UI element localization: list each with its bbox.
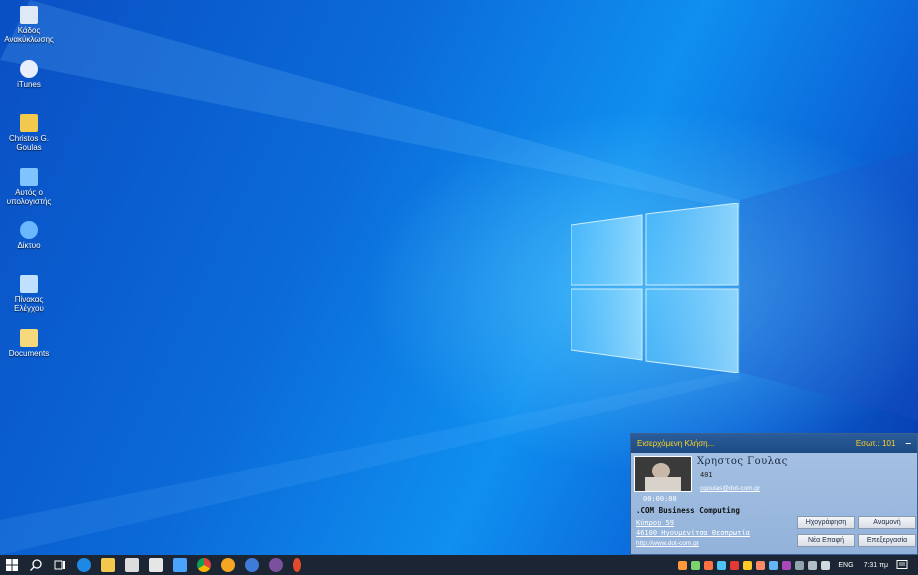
caller-company: .COM Business Computing: [636, 506, 740, 515]
caller-address-line2[interactable]: 46100 Ηγουμενίτσα Θεσπρωτία: [636, 529, 750, 537]
minimize-button[interactable]: –: [905, 438, 911, 449]
desktop-icon-recycle-bin[interactable]: Κάδος Ανακύκλωσης: [2, 6, 56, 44]
language-indicator[interactable]: ENG: [838, 562, 853, 569]
desktop-icon-label: Documents: [8, 349, 50, 358]
desktop-icon-this-pc[interactable]: Αυτός ο υπολογιστής: [2, 168, 56, 206]
popup-header: Εισερχόμενη Κλήση... Εσωτ.: 101 –: [631, 434, 917, 453]
new-contact-button[interactable]: Νέα Επαφή: [797, 534, 855, 547]
this-pc-icon: [20, 168, 38, 186]
start-icon[interactable]: [5, 558, 19, 572]
task-view-icon[interactable]: [53, 558, 67, 572]
desktop-icon-label: Κάδος Ανακύκλωσης: [4, 26, 54, 44]
taskbar: ENG 7:31 πμ: [0, 555, 918, 575]
clock[interactable]: 7:31 πμ: [864, 562, 888, 569]
popup-title: Εισερχόμενη Κλήση...: [637, 439, 715, 448]
desktop-icon-label: Αυτός ο υπολογιστής: [6, 188, 52, 206]
tray-app-6-icon[interactable]: [743, 560, 753, 570]
record-button[interactable]: Ηχογράφηση: [797, 516, 855, 529]
caller-name: Χρηστος Γουλας: [697, 456, 788, 467]
tray-app-7-icon[interactable]: [756, 560, 766, 570]
recycle-bin-icon: [20, 6, 38, 24]
tray-app-4-icon[interactable]: [717, 560, 727, 570]
chrome-icon[interactable]: [197, 558, 211, 572]
documents-icon: [20, 329, 38, 347]
desktop-icon-user-folder[interactable]: Christos G. Goulas: [2, 114, 56, 152]
desktop-icon-label: iTunes: [17, 80, 41, 89]
tray-app-9-icon[interactable]: [782, 560, 792, 570]
caller-photo-image: [635, 457, 691, 491]
desktop-background: Κάδος Ανακύκλωσης iTunes Christos G. Gou…: [0, 0, 918, 555]
tray-app-1-icon[interactable]: [678, 560, 688, 570]
tray-app-5-icon[interactable]: [730, 560, 740, 570]
viber-icon[interactable]: [269, 558, 283, 572]
popup-extension: Εσωτ.: 101: [855, 439, 896, 448]
desktop-icon-documents[interactable]: Documents: [2, 329, 56, 358]
store-icon[interactable]: [125, 558, 139, 572]
control-panel-icon: [20, 275, 38, 293]
firefox-icon[interactable]: [221, 558, 235, 572]
hold-button[interactable]: Αναμονή: [858, 516, 916, 529]
desktop-icon-label: Christos G. Goulas: [8, 134, 49, 152]
call-timer: 00:00:00: [643, 495, 677, 503]
user-folder-icon: [20, 114, 38, 132]
caller-photo: [634, 456, 692, 492]
file-explorer-icon[interactable]: [101, 558, 115, 572]
edge-icon[interactable]: [77, 558, 91, 572]
desktop-icon-network[interactable]: Δίκτυο: [2, 221, 56, 250]
tray-app-2-icon[interactable]: [691, 560, 701, 570]
itunes-icon: [20, 60, 38, 78]
desktop-icon-label: Δίκτυο: [17, 241, 41, 250]
search-icon[interactable]: [29, 558, 43, 572]
caller-website-link[interactable]: http://www.dot-com.gr: [636, 540, 699, 547]
tray-volume-icon[interactable]: [821, 560, 831, 570]
caller-email-link[interactable]: cgoulas@dot-com.gr: [700, 485, 760, 492]
desktop-icon-itunes[interactable]: iTunes: [2, 60, 56, 89]
tray-network-icon[interactable]: [808, 560, 818, 570]
caller-extension: 401: [700, 471, 713, 479]
desktop-icon-label: Πίνακας Ελέγχου: [14, 295, 44, 313]
incoming-call-popup: Εισερχόμενη Κλήση... Εσωτ.: 101 – Χρηστο…: [630, 433, 918, 555]
tray-app-10-icon[interactable]: [795, 560, 805, 570]
notification-center-icon[interactable]: [896, 559, 908, 571]
system-tray: ENG 7:31 πμ: [676, 555, 918, 575]
desktop-icon-control-panel[interactable]: Πίνακας Ελέγχου: [2, 275, 56, 313]
windows-logo-wallpaper: [571, 203, 739, 373]
edit-button[interactable]: Επεξεργασία: [858, 534, 916, 547]
app-icon[interactable]: [245, 558, 259, 572]
tray-app-8-icon[interactable]: [769, 560, 779, 570]
caller-address-line1[interactable]: Κύπρου 59: [636, 519, 674, 527]
mail-icon[interactable]: [149, 558, 163, 572]
tray-app-3-icon[interactable]: [704, 560, 714, 570]
network-icon: [20, 221, 38, 239]
remote-desktop-icon[interactable]: [173, 558, 187, 572]
app2-icon[interactable]: [293, 558, 301, 572]
